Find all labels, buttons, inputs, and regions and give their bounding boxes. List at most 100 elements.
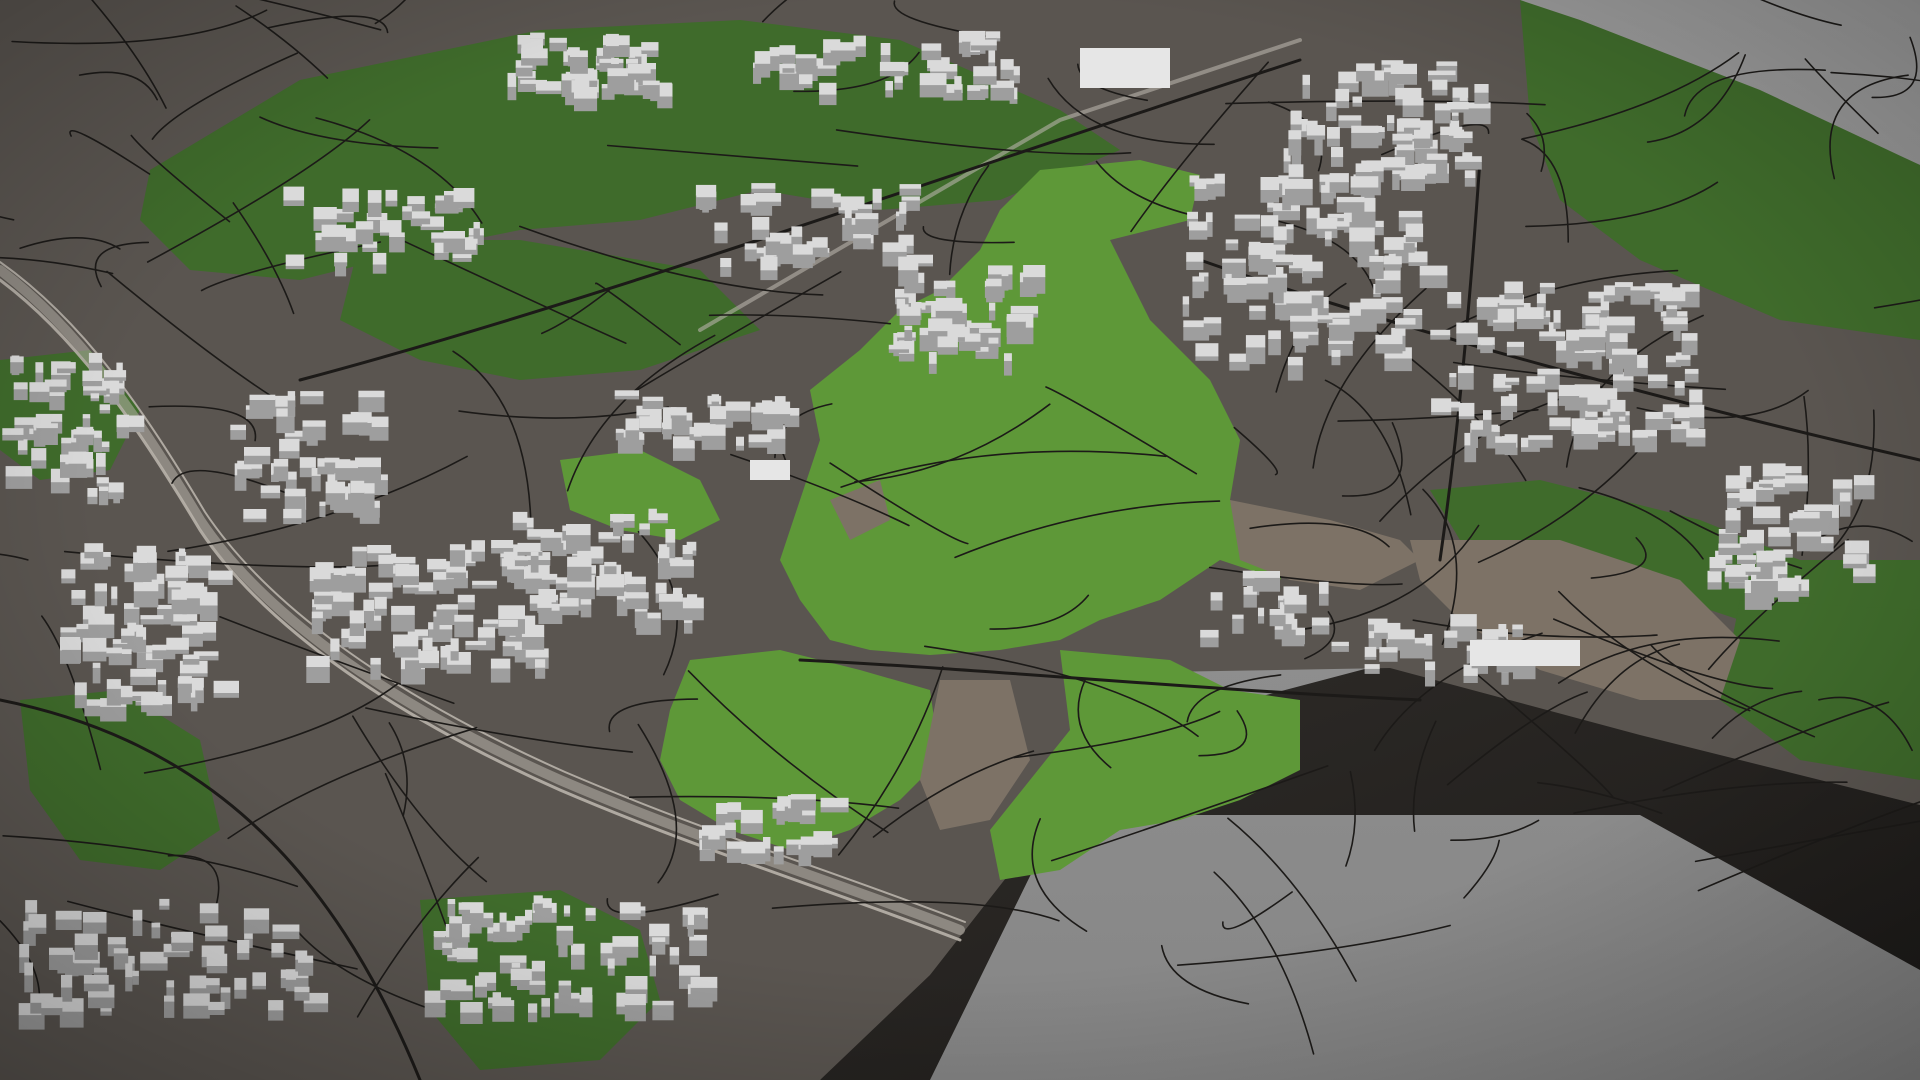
building xyxy=(1267,202,1274,213)
building xyxy=(1383,256,1402,268)
building xyxy=(563,905,571,917)
building xyxy=(741,841,766,864)
building xyxy=(558,980,572,1003)
building xyxy=(585,907,596,921)
building xyxy=(753,193,782,206)
building xyxy=(1737,555,1756,564)
building xyxy=(268,1000,284,1021)
building xyxy=(1659,291,1686,306)
building xyxy=(879,61,905,77)
building xyxy=(1516,307,1544,330)
building xyxy=(1326,102,1337,122)
building xyxy=(790,794,816,811)
building xyxy=(579,994,593,1018)
building xyxy=(1287,356,1303,381)
building xyxy=(71,590,86,605)
building xyxy=(1612,348,1638,369)
building xyxy=(529,980,546,995)
building xyxy=(1453,131,1473,144)
building xyxy=(446,652,471,674)
building xyxy=(1004,353,1012,376)
building xyxy=(525,909,533,925)
building xyxy=(1200,629,1219,648)
building xyxy=(820,797,849,813)
building xyxy=(1579,329,1606,351)
building xyxy=(652,937,666,955)
building xyxy=(120,685,133,705)
building xyxy=(535,81,562,95)
building xyxy=(252,972,266,990)
map-viewport[interactable] xyxy=(0,0,1920,1080)
building xyxy=(1203,317,1222,336)
building xyxy=(1324,231,1332,247)
building xyxy=(754,51,771,78)
building xyxy=(450,638,459,661)
building xyxy=(49,947,73,970)
building xyxy=(561,73,572,97)
building xyxy=(1768,527,1791,547)
building xyxy=(1311,617,1330,635)
building xyxy=(368,582,393,599)
building xyxy=(533,895,543,911)
building xyxy=(84,543,104,559)
building xyxy=(133,582,159,608)
building xyxy=(1724,564,1749,583)
building xyxy=(302,420,326,441)
building xyxy=(369,416,389,441)
building xyxy=(1784,475,1808,492)
building xyxy=(1428,70,1456,82)
building xyxy=(1306,125,1326,140)
building xyxy=(627,64,651,80)
building xyxy=(659,547,670,575)
building xyxy=(986,278,1003,303)
building xyxy=(690,976,718,1002)
building xyxy=(385,189,398,207)
building xyxy=(460,1002,483,1024)
building xyxy=(1349,302,1361,331)
building xyxy=(1331,641,1349,652)
building xyxy=(1414,129,1431,149)
building xyxy=(453,188,475,209)
building xyxy=(639,523,650,536)
building xyxy=(458,902,470,915)
building xyxy=(1284,594,1307,614)
building xyxy=(928,352,937,374)
building xyxy=(1245,335,1266,365)
building xyxy=(13,382,28,401)
building xyxy=(92,662,101,684)
building xyxy=(799,74,813,89)
building xyxy=(370,657,381,680)
building xyxy=(346,566,356,587)
building xyxy=(93,430,102,453)
building xyxy=(183,993,210,1019)
building xyxy=(885,81,893,98)
building xyxy=(208,570,233,585)
building xyxy=(1327,127,1340,147)
building xyxy=(642,80,660,99)
building xyxy=(1336,221,1350,231)
building xyxy=(970,39,997,51)
building xyxy=(1425,661,1436,687)
building xyxy=(1434,103,1451,124)
building xyxy=(1392,133,1413,145)
building xyxy=(1260,177,1279,203)
city-terrain-map[interactable] xyxy=(0,0,1920,1080)
building xyxy=(1632,430,1648,446)
building xyxy=(624,994,646,1022)
building xyxy=(130,668,156,686)
building xyxy=(1302,261,1323,278)
building xyxy=(395,564,419,585)
building xyxy=(1351,125,1379,149)
building xyxy=(1023,265,1046,294)
building xyxy=(1686,429,1706,447)
building xyxy=(663,418,672,440)
building xyxy=(1506,341,1524,356)
building xyxy=(725,822,736,839)
building xyxy=(1223,278,1247,295)
building xyxy=(779,45,796,64)
building xyxy=(899,201,907,225)
building xyxy=(49,390,65,411)
building xyxy=(507,72,517,101)
building xyxy=(1288,130,1302,156)
building xyxy=(298,955,314,976)
